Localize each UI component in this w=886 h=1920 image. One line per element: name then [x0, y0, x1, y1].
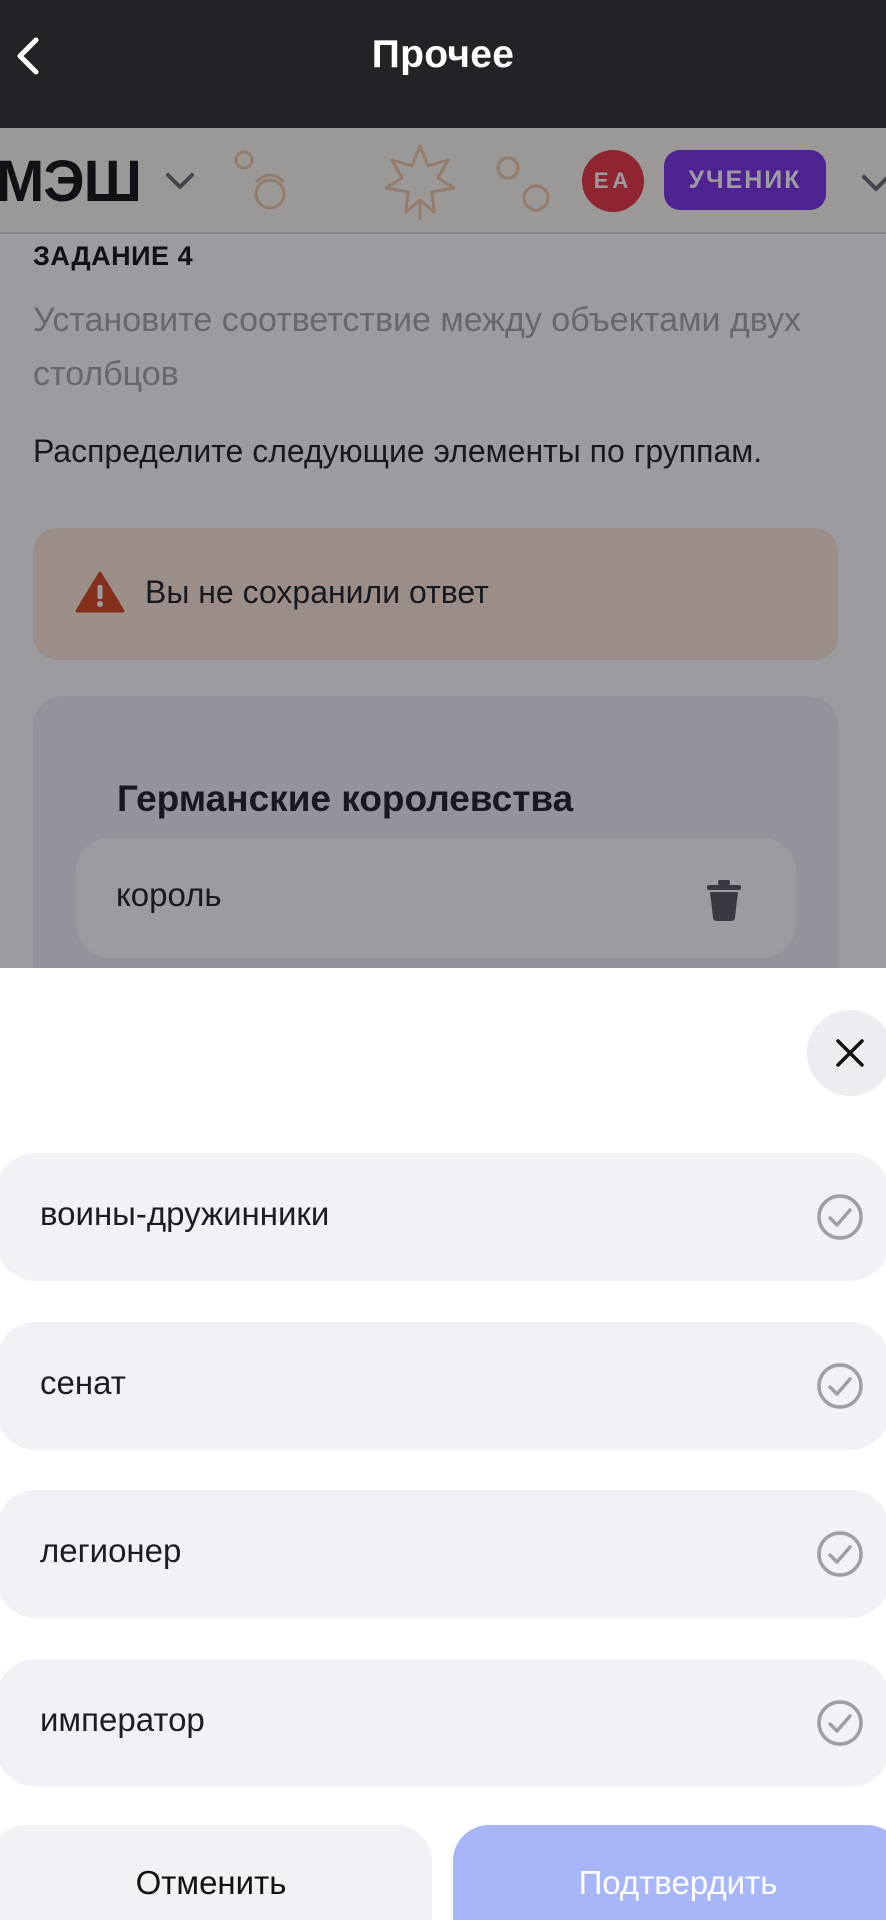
check-circle-icon[interactable]	[816, 1699, 864, 1747]
option-label: легионер	[40, 1532, 182, 1569]
cancel-button[interactable]: Отменить	[0, 1825, 432, 1920]
confirm-button[interactable]: Подтвердить	[453, 1825, 886, 1920]
option-item[interactable]: легионер	[0, 1490, 886, 1618]
option-label: воины-дружинники	[40, 1195, 330, 1232]
option-item[interactable]: воины-дружинники	[0, 1153, 886, 1281]
background-page: МЭШ ЕА УЧЕНИК ЗАДАНИЕ 4 Установите соотв…	[0, 128, 886, 968]
bottom-sheet: воины-дружинники сенат легионер императо…	[0, 968, 886, 1920]
check-circle-icon[interactable]	[816, 1193, 864, 1241]
option-item[interactable]: император	[0, 1659, 886, 1787]
option-label: сенат	[40, 1364, 126, 1401]
close-icon	[836, 1039, 864, 1067]
page-title: Прочее	[371, 33, 515, 76]
modal-backdrop[interactable]	[0, 128, 886, 968]
top-navbar: Прочее	[0, 0, 886, 128]
check-circle-icon[interactable]	[816, 1530, 864, 1578]
close-button[interactable]	[807, 1010, 886, 1096]
option-label: император	[40, 1701, 205, 1738]
check-circle-icon[interactable]	[816, 1362, 864, 1410]
option-item[interactable]: сенат	[0, 1322, 886, 1450]
